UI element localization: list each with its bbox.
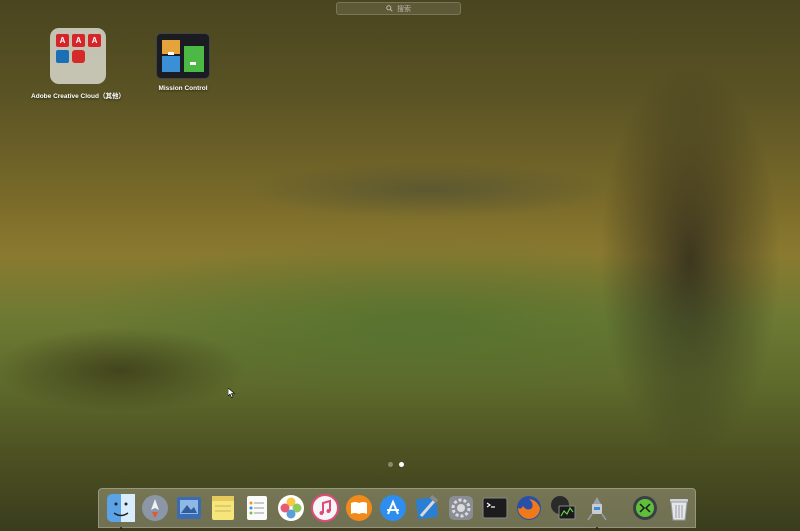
search-icon [386, 5, 393, 12]
ibooks-icon[interactable] [343, 492, 375, 524]
adobe-application-manager-icon [56, 50, 69, 63]
page-dot-active[interactable] [399, 462, 404, 467]
xcode-icon[interactable] [411, 492, 443, 524]
search-placeholder: 搜索 [397, 5, 411, 13]
photos-icon[interactable] [275, 492, 307, 524]
notes-icon[interactable] [207, 492, 239, 524]
adobe-acrobat-icon: A [88, 34, 101, 47]
app-store-icon[interactable] [377, 492, 409, 524]
creative-cloud-icon [72, 50, 85, 63]
app-label: Adobe Creative Cloud（其他） [31, 93, 125, 100]
adobe-acrobat-icon: A [56, 34, 69, 47]
adobe-creative-cloud-folder[interactable]: A A A Adobe Creative Cloud（其他） [28, 28, 128, 100]
automator-icon[interactable] [581, 492, 613, 529]
reminders-icon[interactable] [241, 492, 273, 524]
launchpad-search-field[interactable]: 搜索 [336, 2, 461, 15]
trash-icon[interactable] [663, 492, 695, 524]
adobe-acrobat-icon: A [72, 34, 85, 47]
dock [98, 488, 696, 529]
firefox-icon[interactable] [513, 492, 545, 524]
mission-control-icon [156, 33, 210, 79]
page-dot[interactable] [388, 462, 393, 467]
activity-monitor-icon[interactable] [547, 492, 579, 524]
app-label: Mission Control [158, 85, 208, 92]
terminal-icon[interactable] [479, 492, 511, 524]
mission-control-app[interactable]: Mission Control [133, 33, 233, 92]
page-indicator [388, 462, 404, 467]
preview-icon[interactable] [173, 492, 205, 524]
folder-icon: A A A [50, 28, 106, 84]
finder-icon[interactable] [105, 492, 137, 529]
launchpad-icon[interactable] [139, 492, 171, 524]
itunes-icon[interactable] [309, 492, 341, 524]
mouse-cursor-icon [228, 388, 236, 398]
system-preferences-icon[interactable] [445, 492, 477, 524]
disk-utility-icon[interactable] [629, 492, 661, 524]
